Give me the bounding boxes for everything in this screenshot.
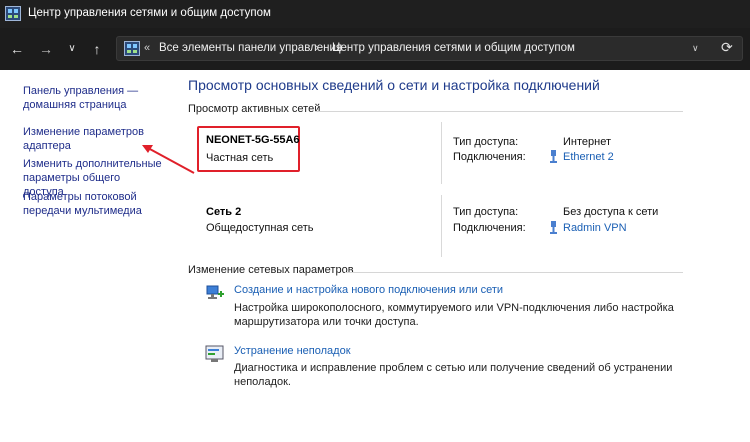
connections-label: Подключения: [453,222,526,234]
access-type-value: Без доступа к сети [563,206,659,218]
vertical-divider [441,195,442,257]
ethernet-icon [550,150,557,163]
refresh-icon[interactable]: ⟳ [721,39,733,56]
network-name: NEONET-5G-55A6 [206,134,300,146]
control-panel-icon [124,41,140,56]
breadcrumb-overflow-icon[interactable]: « [144,42,150,54]
breadcrumb-separator-icon[interactable]: › [315,42,319,54]
main-content: Просмотр основных сведений о сети и наст… [163,70,750,442]
section-divider [345,272,683,273]
section-divider [315,111,683,112]
back-arrow-icon[interactable]: ← [8,40,26,58]
vertical-divider [441,122,442,184]
page-title: Просмотр основных сведений о сети и наст… [188,77,600,93]
breadcrumb-network-center[interactable]: Центр управления сетями и общим доступом [332,42,575,54]
radmin-vpn-link[interactable]: Radmin VPN [563,222,627,234]
network-type-link[interactable]: Частная сеть [206,152,273,164]
address-dropdown-icon[interactable]: ∨ [692,43,699,54]
network-highlight-box [197,126,300,172]
new-connection-description: Настройка широкополосного, коммутируемог… [234,302,674,328]
navigation-bar: ← → ∨ ↑ « Все элементы панели управления… [0,28,750,70]
left-pane: Панель управления — домашняя страница Из… [0,70,163,442]
media-streaming-options-link[interactable]: Параметры потоковой передачи мультимедиа [23,190,163,218]
up-arrow-icon[interactable]: ↑ [88,40,106,58]
chevron-down-icon[interactable]: ∨ [64,40,80,58]
access-type-label: Тип доступа: [453,136,519,148]
title-bar: Центр управления сетями и общим доступом [0,0,750,28]
network-name: Сеть 2 [206,206,242,218]
window-title: Центр управления сетями и общим доступом [28,7,271,19]
connections-label: Подключения: [453,151,526,163]
forward-arrow-icon[interactable]: → [37,40,55,58]
troubleshoot-icon [205,345,224,362]
control-panel-home-link[interactable]: Панель управления — домашняя страница [23,84,163,112]
access-type-label: Тип доступа: [453,206,519,218]
network-type-link[interactable]: Общедоступная сеть [206,222,314,234]
troubleshoot-description: Диагностика и исправление проблем с сеть… [234,362,673,388]
active-networks-label: Просмотр активных сетей [188,103,321,115]
new-connection-icon [206,285,224,299]
network-center-icon [5,6,21,21]
address-bar[interactable]: « Все элементы панели управления › Центр… [116,36,743,61]
access-type-value: Интернет [563,136,611,148]
vpn-adapter-icon [550,221,557,234]
ethernet-2-link[interactable]: Ethernet 2 [563,151,614,163]
new-connection-link[interactable]: Создание и настройка нового подключения … [234,284,503,296]
change-settings-label: Изменение сетевых параметров [188,264,354,276]
troubleshoot-link[interactable]: Устранение неполадок [234,345,351,357]
